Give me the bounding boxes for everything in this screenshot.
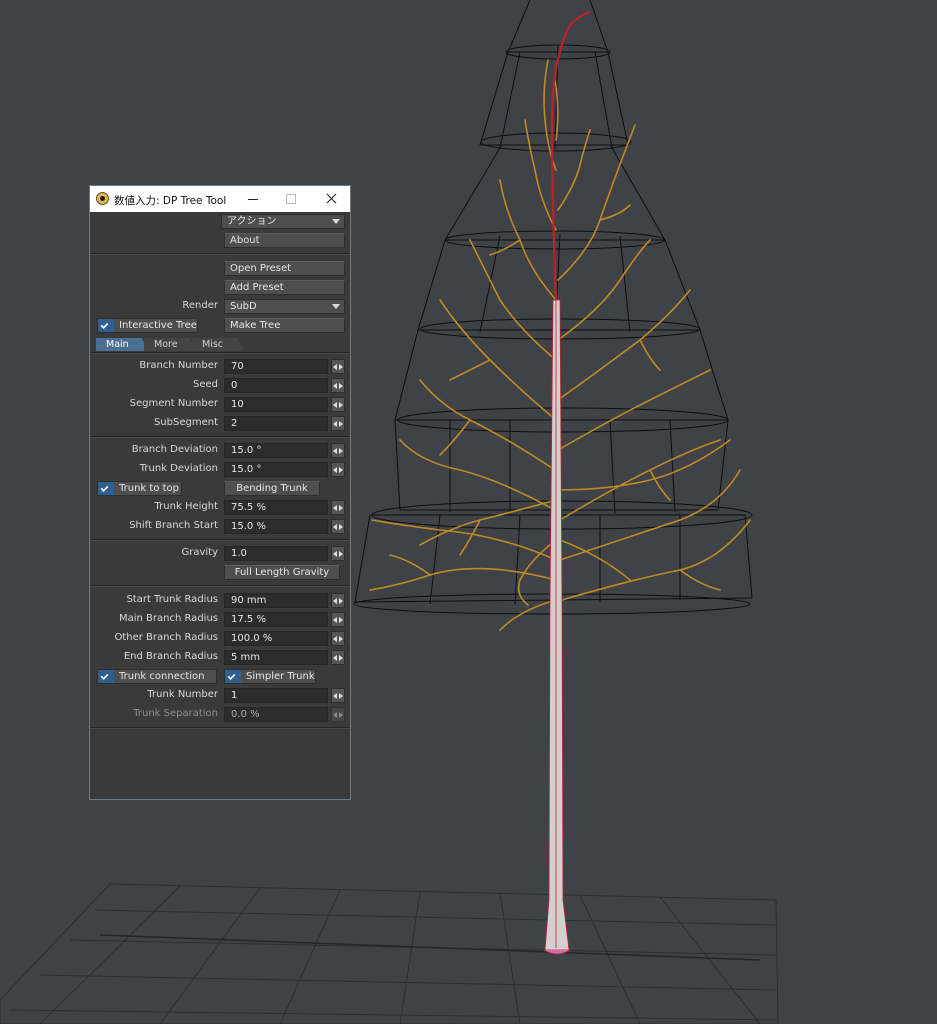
branch-number-stepper-icon[interactable] <box>331 359 345 374</box>
minimize-icon[interactable] <box>242 190 264 208</box>
branch-number-field[interactable]: 70 <box>224 359 328 374</box>
other-branch-radius-stepper-icon[interactable] <box>331 631 345 646</box>
seed-label: Seed <box>193 379 218 390</box>
subsegment-field[interactable]: 2 <box>224 416 328 431</box>
trunk-to-top-label: Trunk to top <box>119 483 179 494</box>
checkbox-checked-icon <box>98 482 114 495</box>
trunk-number-field[interactable]: 1 <box>224 688 328 703</box>
bending-trunk-button[interactable]: Bending Trunk <box>224 481 320 496</box>
render-dropdown[interactable]: SubD <box>224 299 345 314</box>
other-branch-radius-field[interactable]: 100.0 % <box>224 631 328 646</box>
tab-main[interactable]: Main <box>96 338 148 351</box>
divider <box>90 352 350 354</box>
open-preset-button[interactable]: Open Preset <box>224 261 345 276</box>
subsegment-stepper-icon[interactable] <box>331 416 345 431</box>
checkbox-checked-icon <box>98 670 114 683</box>
shift-branch-start-field[interactable]: 15.0 % <box>224 519 328 534</box>
divider <box>90 539 350 541</box>
trunk-separation-label: Trunk Separation <box>133 708 218 719</box>
trunk-height-label: Trunk Height <box>154 501 218 512</box>
start-trunk-radius-label: Start Trunk Radius <box>126 594 218 605</box>
divider <box>90 436 350 438</box>
shift-branch-start-label: Shift Branch Start <box>129 520 218 531</box>
start-trunk-radius-stepper-icon[interactable] <box>331 593 345 608</box>
checkbox-checked-icon <box>225 670 241 683</box>
gravity-label: Gravity <box>181 547 218 558</box>
main-branch-radius-field[interactable]: 17.5 % <box>224 612 328 627</box>
main-branch-radius-label: Main Branch Radius <box>118 613 218 624</box>
seed-stepper-icon[interactable] <box>331 378 345 393</box>
divider <box>90 727 350 729</box>
action-dropdown[interactable]: アクション <box>221 214 345 229</box>
trunk-deviation-stepper-icon[interactable] <box>331 462 345 477</box>
trunk-separation-field: 0.0 % <box>224 707 328 722</box>
branch-deviation-stepper-icon[interactable] <box>331 443 345 458</box>
trunk-separation-stepper-icon <box>331 707 345 722</box>
render-label: Render <box>182 300 218 311</box>
simpler-trunk-checkbox[interactable]: Simpler Trunk <box>224 669 316 684</box>
tab-more[interactable]: More <box>144 338 196 351</box>
app-icon <box>96 192 109 205</box>
branch-deviation-field[interactable]: 15.0 ° <box>224 443 328 458</box>
full-length-gravity-button[interactable]: Full Length Gravity <box>224 565 340 580</box>
trunk-height-field[interactable]: 75.5 % <box>224 500 328 515</box>
interactive-tree-label: Interactive Tree <box>119 320 197 331</box>
ground-grid <box>0 883 779 1024</box>
segment-number-field[interactable]: 10 <box>224 397 328 412</box>
divider <box>90 585 350 587</box>
shift-branch-start-stepper-icon[interactable] <box>331 519 345 534</box>
branch-number-label: Branch Number <box>139 360 218 371</box>
simpler-trunk-label: Simpler Trunk <box>246 671 315 682</box>
trunk-number-stepper-icon[interactable] <box>331 688 345 703</box>
close-icon[interactable] <box>321 190 343 208</box>
gravity-field[interactable]: 1.0 <box>224 546 328 561</box>
dp-tree-tool-panel: 数値入力: DP Tree Tool アクション About Open Pres… <box>89 185 351 800</box>
trunk-height-stepper-icon[interactable] <box>331 500 345 515</box>
start-trunk-radius-field[interactable]: 90 mm <box>224 593 328 608</box>
branch-deviation-label: Branch Deviation <box>131 444 218 455</box>
trunk-number-label: Trunk Number <box>147 689 218 700</box>
action-dropdown-value: アクション <box>227 216 277 227</box>
add-preset-button[interactable]: Add Preset <box>224 280 345 295</box>
trunk-to-top-checkbox[interactable]: Trunk to top <box>97 481 182 496</box>
end-branch-radius-stepper-icon[interactable] <box>331 650 345 665</box>
divider <box>90 253 350 255</box>
maximize-icon[interactable] <box>280 190 302 208</box>
checkbox-checked-icon <box>98 319 114 332</box>
render-dropdown-value: SubD <box>230 301 257 312</box>
end-branch-radius-label: End Branch Radius <box>123 651 218 662</box>
trunk-connection-checkbox[interactable]: Trunk connection <box>97 669 217 684</box>
chevron-down-icon <box>332 219 340 224</box>
other-branch-radius-label: Other Branch Radius <box>114 632 218 643</box>
tab-misc[interactable]: Misc <box>192 338 244 351</box>
chevron-down-icon <box>332 304 340 309</box>
end-branch-radius-field[interactable]: 5 mm <box>224 650 328 665</box>
segment-number-stepper-icon[interactable] <box>331 397 345 412</box>
about-button[interactable]: About <box>224 233 345 248</box>
gravity-stepper-icon[interactable] <box>331 546 345 561</box>
trunk-connection-label: Trunk connection <box>119 671 205 682</box>
segment-number-label: Segment Number <box>129 398 218 409</box>
seed-field[interactable]: 0 <box>224 378 328 393</box>
subsegment-label: SubSegment <box>153 417 218 428</box>
make-tree-button[interactable]: Make Tree <box>224 318 345 333</box>
window-title: 数値入力: DP Tree Tool <box>114 195 227 207</box>
main-branch-radius-stepper-icon[interactable] <box>331 612 345 627</box>
interactive-tree-checkbox[interactable]: Interactive Tree <box>97 318 198 333</box>
title-bar[interactable]: 数値入力: DP Tree Tool <box>90 186 350 212</box>
trunk-deviation-field[interactable]: 15.0 ° <box>224 462 328 477</box>
trunk-deviation-label: Trunk Deviation <box>139 463 218 474</box>
